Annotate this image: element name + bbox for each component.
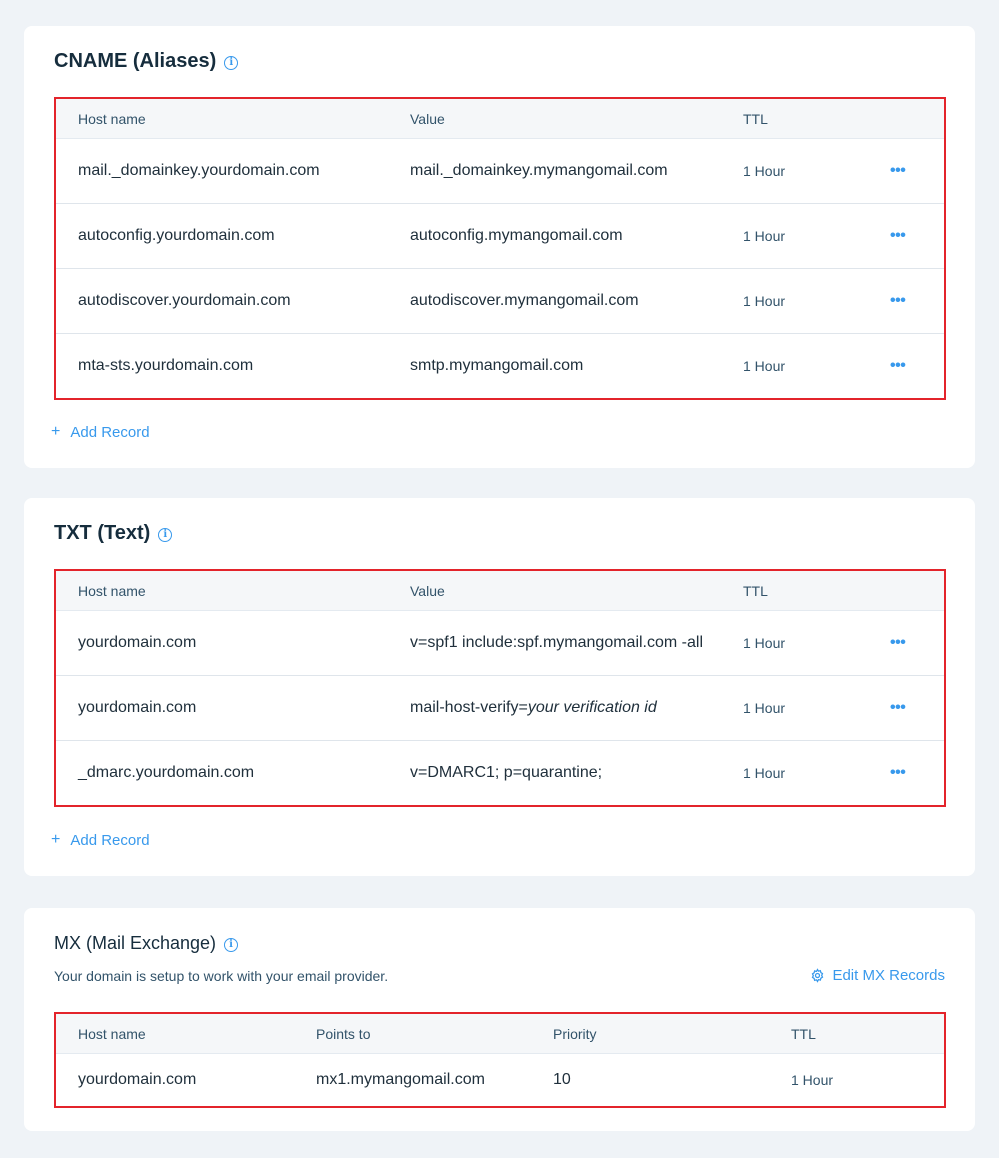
- info-icon[interactable]: i: [224, 56, 239, 70]
- info-icon[interactable]: i: [224, 938, 239, 952]
- row-ttl: 1 Hour: [743, 635, 786, 651]
- table-row: autodiscover.yourdomain.com autodiscover…: [56, 269, 944, 334]
- header-host-name: Host name: [78, 110, 146, 127]
- table-row: _dmarc.yourdomain.com v=DMARC1; p=quaran…: [56, 741, 944, 805]
- row-ttl: 1 Hour: [743, 228, 786, 244]
- header-ttl: TTL: [791, 1025, 816, 1042]
- table-header: Host name Points to Priority TTL: [56, 1014, 944, 1054]
- header-value: Value: [410, 110, 445, 127]
- more-actions-icon[interactable]: •••: [890, 269, 906, 333]
- info-icon[interactable]: i: [158, 528, 173, 542]
- header-ttl: TTL: [743, 110, 768, 127]
- row-value-placeholder: your verification id: [527, 699, 657, 716]
- header-points-to: Points to: [316, 1025, 371, 1042]
- mx-section-title: MX (Mail Exchange) i: [54, 933, 239, 954]
- txt-section-title: TXT (Text) i: [54, 522, 173, 545]
- row-host: yourdomain.com: [78, 1071, 197, 1088]
- add-record-button[interactable]: + Add Record: [51, 423, 150, 441]
- row-ttl: 1 Hour: [791, 1072, 834, 1088]
- mx-title-text: MX (Mail Exchange): [54, 933, 217, 953]
- row-value: v=DMARC1; p=quarantine;: [410, 764, 603, 781]
- row-ttl: 1 Hour: [743, 163, 786, 179]
- more-actions-icon[interactable]: •••: [890, 741, 906, 805]
- row-value: autodiscover.mymangomail.com: [410, 292, 639, 309]
- row-points-to: mx1.mymangomail.com: [316, 1071, 485, 1088]
- add-record-label: Add Record: [70, 423, 150, 441]
- mx-card: MX (Mail Exchange) i Your domain is setu…: [24, 908, 975, 1131]
- add-record-label: Add Record: [70, 831, 150, 849]
- table-row: mail._domainkey.yourdomain.com mail._dom…: [56, 139, 944, 204]
- more-actions-icon[interactable]: •••: [890, 676, 906, 740]
- more-actions-icon[interactable]: •••: [890, 334, 906, 398]
- table-row: yourdomain.com v=spf1 include:spf.mymang…: [56, 611, 944, 676]
- edit-mx-records-button[interactable]: Edit MX Records: [810, 967, 945, 984]
- row-ttl: 1 Hour: [743, 765, 786, 781]
- txt-title-text: TXT (Text): [54, 522, 151, 544]
- row-host: yourdomain.com: [78, 634, 197, 651]
- table-row: mta-sts.yourdomain.com smtp.mymangomail.…: [56, 334, 944, 398]
- more-actions-icon[interactable]: •••: [890, 204, 906, 268]
- cname-title-text: CNAME (Aliases): [54, 50, 217, 72]
- plus-icon: +: [51, 423, 61, 440]
- row-value: mail-host-verify= your verification id: [410, 676, 657, 740]
- row-host: yourdomain.com: [78, 699, 197, 716]
- add-record-button[interactable]: + Add Record: [51, 831, 150, 849]
- more-actions-icon[interactable]: •••: [890, 139, 906, 203]
- row-host: _dmarc.yourdomain.com: [78, 764, 255, 781]
- mx-table: Host name Points to Priority TTL yourdom…: [54, 1012, 946, 1108]
- cname-table: Host name Value TTL mail._domainkey.your…: [54, 97, 946, 400]
- row-value-prefix: mail-host-verify=: [410, 699, 528, 716]
- row-value: v=spf1 include:spf.mymangomail.com -all: [410, 634, 704, 651]
- edit-mx-label: Edit MX Records: [832, 967, 945, 984]
- table-row: yourdomain.com mail-host-verify= your ver…: [56, 676, 944, 741]
- table-header: Host name Value TTL: [56, 99, 944, 139]
- more-actions-icon[interactable]: •••: [890, 611, 906, 675]
- cname-card: CNAME (Aliases) i Host name Value TTL ma…: [24, 26, 975, 468]
- table-row: yourdomain.com mx1.mymangomail.com 10 1 …: [56, 1054, 944, 1106]
- table-row: autoconfig.yourdomain.com autoconfig.mym…: [56, 204, 944, 269]
- cname-section-title: CNAME (Aliases) i: [54, 50, 239, 73]
- gear-icon: [812, 968, 824, 983]
- table-header: Host name Value TTL: [56, 571, 944, 611]
- row-value: smtp.mymangomail.com: [410, 357, 584, 374]
- header-priority: Priority: [553, 1025, 597, 1042]
- plus-icon: +: [51, 831, 61, 848]
- row-priority: 10: [553, 1071, 571, 1088]
- row-host: autodiscover.yourdomain.com: [78, 292, 291, 309]
- row-ttl: 1 Hour: [743, 700, 786, 716]
- mx-description: Your domain is setup to work with your e…: [54, 968, 389, 984]
- header-host-name: Host name: [78, 1025, 146, 1042]
- header-host-name: Host name: [78, 582, 146, 599]
- header-ttl: TTL: [743, 582, 768, 599]
- txt-table: Host name Value TTL yourdomain.com v=spf…: [54, 569, 946, 807]
- row-value: autoconfig.mymangomail.com: [410, 227, 623, 244]
- txt-card: TXT (Text) i Host name Value TTL yourdom…: [24, 498, 975, 876]
- row-host: mail._domainkey.yourdomain.com: [78, 162, 320, 179]
- row-ttl: 1 Hour: [743, 358, 786, 374]
- row-value: mail._domainkey.mymangomail.com: [410, 162, 668, 179]
- row-host: mta-sts.yourdomain.com: [78, 357, 254, 374]
- header-value: Value: [410, 582, 445, 599]
- row-ttl: 1 Hour: [743, 293, 786, 309]
- row-host: autoconfig.yourdomain.com: [78, 227, 275, 244]
